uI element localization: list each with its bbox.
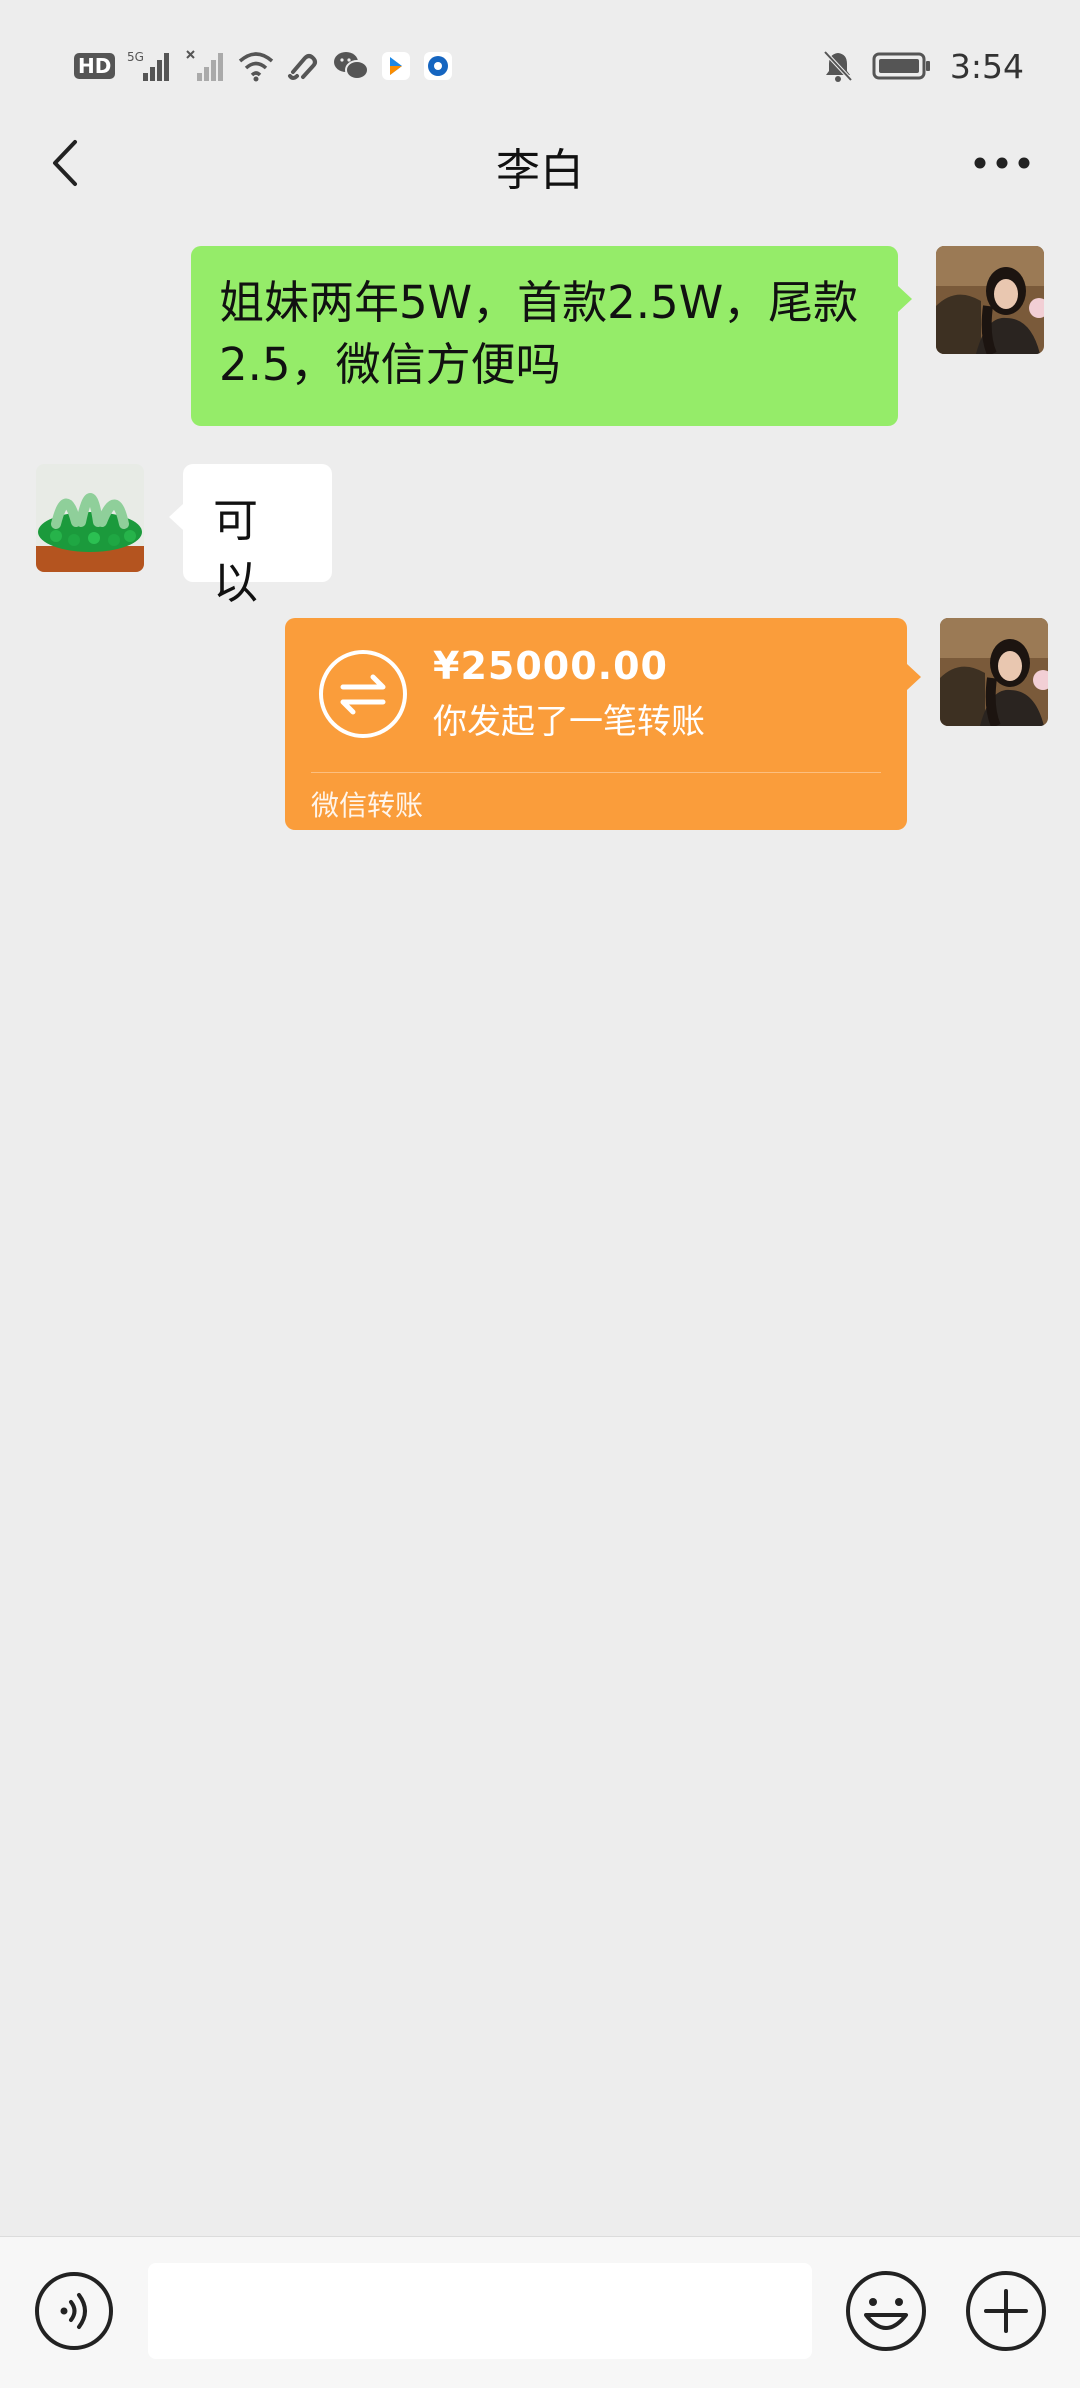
bubble-tail [898,286,912,312]
transfer-card[interactable]: ¥25000.00 你发起了一笔转账 微信转账 [285,618,921,830]
signal-nosim-icon [185,48,225,84]
status-time: 3:54 [949,46,1024,86]
contact-avatar[interactable] [36,464,144,572]
my-avatar[interactable] [936,246,1044,354]
message-bubble-sent[interactable]: 姐妹两年5W，首款2.5W，尾款2.5，微信方便吗 [191,246,912,426]
signal-5g-icon: 5G [127,48,173,84]
more-button[interactable] [952,128,1052,198]
message-text: 姐妹两年5W，首款2.5W，尾款2.5，微信方便吗 [219,276,859,391]
bell-off-icon [822,48,854,84]
wechat-icon [333,48,370,84]
transfer-amount: ¥25000.00 [433,644,668,688]
chat-title: 李白 [496,145,584,196]
circle-app-icon [423,48,453,84]
app-icon [381,48,411,84]
status-icons-left: HD 5G [74,44,453,88]
transfer-icon [319,650,407,738]
message-text: 可以 [213,494,259,609]
net-type-text: 5G [127,50,144,64]
hd-icon: HD [74,48,116,84]
more-dots-icon [974,157,1030,169]
emoji-icon [846,2271,926,2351]
battery-icon [872,48,932,84]
plus-icon [966,2271,1046,2351]
more-functions-button[interactable] [964,2269,1048,2353]
transfer-description: 你发起了一笔转账 [433,702,705,742]
link-icon [287,48,321,84]
message-input[interactable] [148,2263,812,2359]
my-avatar[interactable] [940,618,1048,726]
status-icons-right: 3:54 [822,44,1024,88]
input-bar [0,2236,1080,2388]
chat-header: 李白 [0,100,1080,230]
transfer-label: 微信转账 [311,789,424,822]
bubble-tail [169,504,183,530]
voice-button[interactable] [34,2271,114,2351]
wifi-icon [237,48,275,84]
emoji-button[interactable] [844,2269,928,2353]
transfer-divider [311,772,881,773]
voice-icon [35,2272,113,2350]
message-bubble-received[interactable]: 可以 [169,464,332,609]
status-bar: HD 5G 3:54 [0,0,1080,100]
bubble-tail [907,664,921,690]
